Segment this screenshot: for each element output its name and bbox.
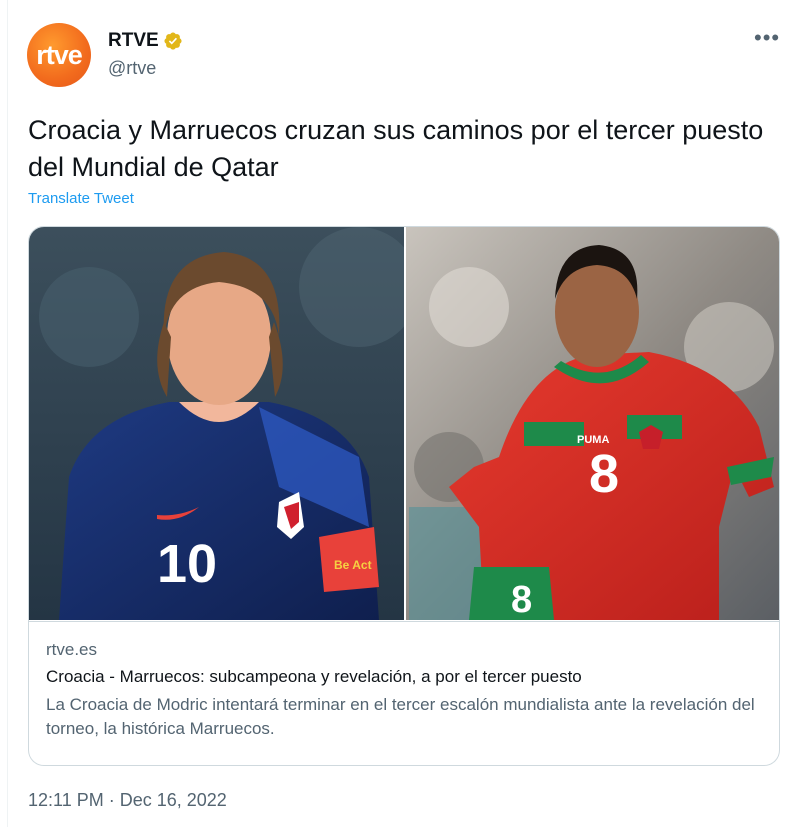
tweet-text: Croacia y Marruecos cruzan sus caminos p… (28, 115, 764, 182)
more-options-button[interactable]: ••• (754, 25, 781, 50)
tweet-timestamp[interactable]: 12:11 PM · Dec 16, 2022 (28, 790, 227, 811)
card-image[interactable]: 10 Be Act 8 8 PUMA (29, 227, 779, 620)
morocco-shorts-number: 8 (511, 579, 532, 620)
armband-text: Be Act (334, 558, 372, 572)
tweet: rtve RTVE @rtve ••• Croacia y Marruecos … (0, 0, 800, 827)
avatar[interactable]: rtve (27, 23, 91, 87)
translate-tweet-link[interactable]: Translate Tweet (28, 190, 134, 207)
morocco-player-photo: 8 8 PUMA (405, 227, 779, 620)
croatia-player-photo: 10 Be Act (29, 227, 419, 620)
kit-brand-logo: PUMA (577, 434, 609, 446)
verified-badge-icon (164, 32, 182, 50)
display-name[interactable]: RTVE (108, 30, 159, 52)
croatia-shirt-number: 10 (157, 534, 217, 594)
card-description: La Croacia de Modric intentará terminar … (46, 695, 755, 738)
link-card[interactable]: 10 Be Act 8 8 PUMA rtve.es Croacia - Mar… (28, 226, 780, 766)
user-handle[interactable]: @rtve (108, 58, 156, 79)
link-card-meta[interactable]: rtve.es Croacia - Marruecos: subcampeona… (29, 621, 779, 765)
author-name-row[interactable]: RTVE (108, 30, 183, 52)
more-horizontal-icon: ••• (754, 25, 781, 50)
avatar-logo-text: rtve (36, 39, 83, 70)
card-title: Croacia - Marruecos: subcampeona y revel… (46, 667, 582, 686)
card-domain: rtve.es (46, 640, 98, 659)
morocco-shirt-number: 8 (589, 444, 619, 504)
